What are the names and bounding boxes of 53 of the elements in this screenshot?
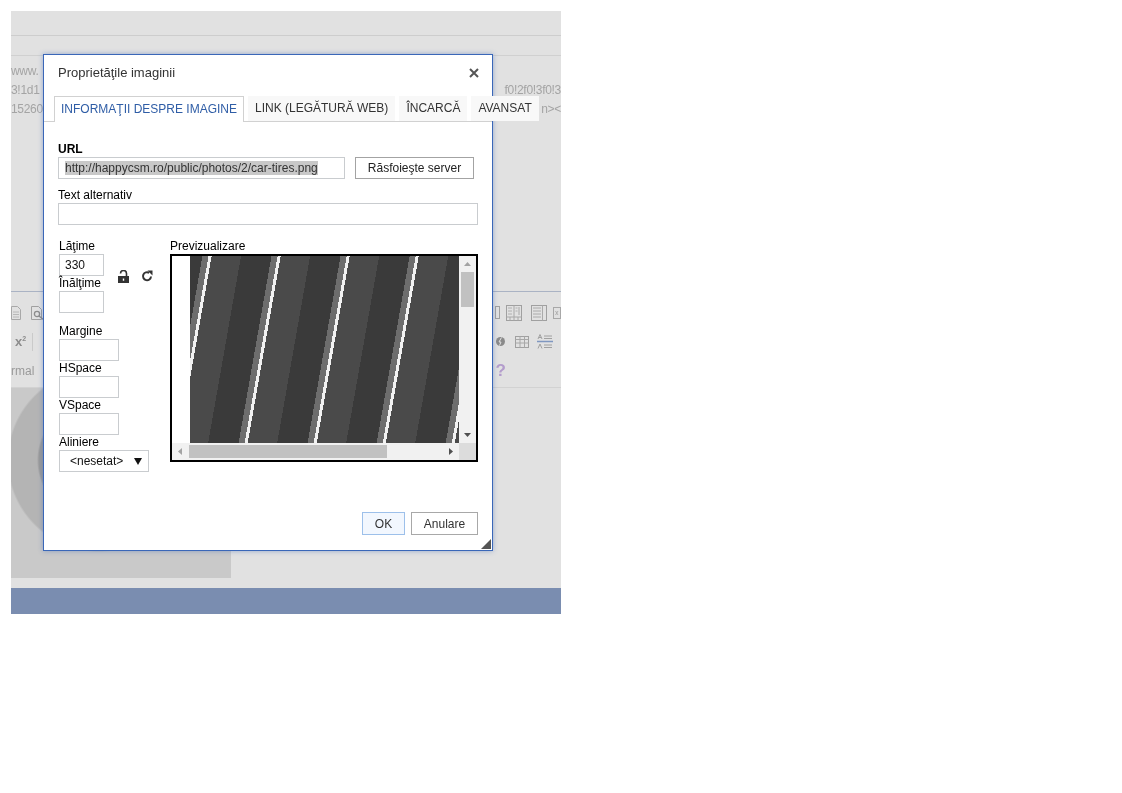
scroll-right-icon[interactable] — [449, 448, 453, 455]
align-dropdown[interactable]: <nesetat> — [59, 450, 149, 472]
flash-icon[interactable] — [496, 336, 505, 347]
vertical-scrollbar[interactable] — [459, 256, 476, 443]
horizontal-scrollbar[interactable] — [172, 443, 459, 460]
field-label: HSpace — [59, 361, 103, 375]
refresh-icon[interactable] — [141, 270, 153, 282]
source-code-text: 3!1d1 — [11, 82, 40, 99]
tab[interactable]: INFORMAŢII DESPRE IMAGINE — [54, 96, 244, 122]
tab[interactable]: ÎNCARCĂ — [399, 96, 468, 121]
scrollbar-corner — [459, 443, 476, 460]
alt-text-field[interactable] — [58, 203, 478, 225]
dialog-title: Proprietăţile imaginii — [58, 65, 176, 81]
width-field[interactable]: 330 — [59, 254, 104, 276]
resize-grip-icon[interactable] — [481, 539, 491, 549]
padlock-icon[interactable] — [118, 269, 129, 283]
field-label: Lăţime — [59, 239, 97, 253]
scroll-left-icon[interactable] — [178, 448, 182, 455]
search-document-icon[interactable] — [31, 305, 44, 320]
ok-button[interactable]: OK — [362, 512, 405, 535]
field-label: URL — [58, 142, 84, 156]
caret-icon — [134, 457, 142, 465]
tab[interactable]: AVANSAT — [471, 96, 539, 121]
vspace-field[interactable] — [59, 413, 119, 435]
cancel-button[interactable]: Anulare — [411, 512, 478, 535]
source-code-text: www. — [11, 63, 39, 80]
field-label: VSpace — [59, 398, 103, 412]
tab[interactable]: LINK (LEGĂTURĂ WEB) — [248, 96, 396, 121]
text-field-icon[interactable] — [553, 306, 561, 319]
height-field[interactable] — [59, 291, 104, 313]
scrollbar-thumb[interactable] — [461, 272, 474, 307]
scroll-up-icon[interactable] — [464, 262, 471, 266]
source-code-text: f0!2f0!3f0!3 — [504, 82, 561, 99]
table-icon[interactable] — [515, 335, 529, 348]
close-icon[interactable] — [469, 68, 479, 78]
list-box-icon[interactable] — [531, 304, 547, 321]
letter-grid-icon[interactable] — [506, 304, 522, 321]
scrollbar-thumb[interactable] — [189, 445, 387, 458]
field-label: Previzualizare — [170, 239, 247, 253]
margin-field[interactable] — [59, 339, 119, 361]
field-label: Înălţime — [59, 276, 103, 290]
field-label: Aliniere — [59, 435, 101, 449]
scroll-down-icon[interactable] — [464, 433, 471, 437]
hspace-field[interactable] — [59, 376, 119, 398]
source-code-text: 15260 — [11, 101, 43, 118]
small-box-icon[interactable] — [495, 306, 500, 319]
document-icon[interactable] — [11, 305, 21, 320]
field-label: Text alternativ — [58, 188, 134, 202]
source-code-text: n>< — [541, 101, 561, 118]
field-label: Margine — [59, 324, 104, 338]
browse-server-button[interactable]: Răsfoieşte server — [355, 157, 474, 179]
text-align-icon[interactable] — [537, 334, 553, 349]
url-field[interactable]: http://happycsm.ro/public/photos/2/car-tires.png — [58, 157, 345, 179]
